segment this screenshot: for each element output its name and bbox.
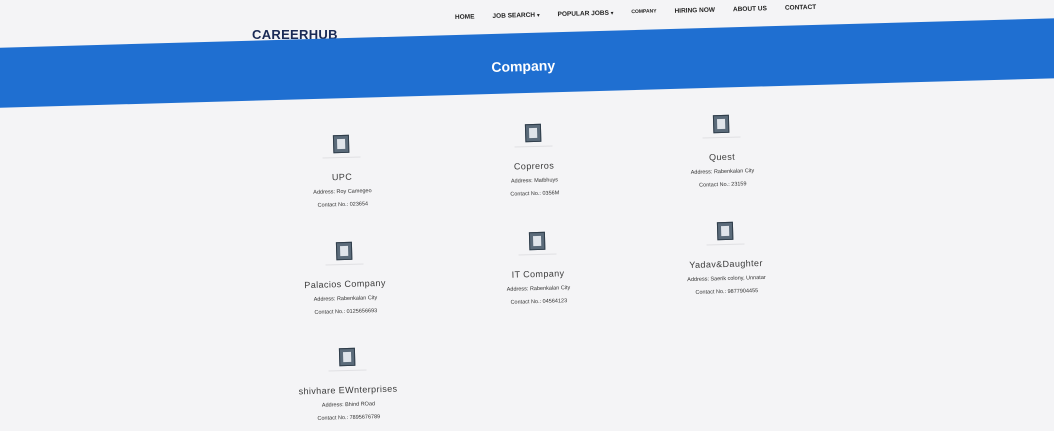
company-name[interactable]: Yadav&Daughter — [636, 256, 816, 271]
company-name[interactable]: Copreros — [444, 158, 624, 173]
company-name[interactable]: IT Company — [448, 266, 628, 281]
company-contact: Contact No.: 04564123 — [510, 298, 568, 306]
company-name[interactable]: shivhare EWnterprises — [258, 382, 438, 397]
logo-divider — [328, 369, 367, 372]
company-card[interactable]: shivhare EWnterprises Address: Bhind ROa… — [257, 346, 439, 431]
company-card[interactable]: Quest Address: Rabenkalan City Contact N… — [631, 113, 813, 198]
company-name[interactable]: Quest — [632, 149, 812, 164]
company-address: Address: Rabenkalan City — [690, 168, 755, 176]
company-card[interactable]: UPC Address: Roy Camegeo Contact No.: 02… — [251, 133, 433, 218]
company-contact: Contact No.: 23159 — [699, 181, 747, 189]
company-address: Address: Rabenkalan City — [506, 285, 571, 293]
logo-divider — [514, 145, 553, 148]
logo-divider — [518, 253, 557, 256]
company-contact: Contact No.: 023654 — [317, 201, 369, 209]
company-address: Address: Rabenkalan City — [313, 295, 378, 303]
logo-divider — [322, 156, 361, 159]
company-logo-icon — [716, 221, 734, 241]
company-card[interactable]: Palacios Company Address: Rabenkalan Cit… — [254, 240, 436, 325]
company-card[interactable]: Yadav&Daughter Address: Saerik colony, U… — [635, 220, 817, 305]
company-contact: Contact No.: 0125656693 — [314, 308, 378, 316]
company-logo-icon — [524, 123, 542, 143]
company-address: Address: Matbhuys — [510, 177, 559, 185]
company-contact: Contact No.: 0356M — [510, 190, 560, 198]
company-logo-icon — [332, 134, 350, 154]
company-address: Address: Bhind ROad — [321, 401, 376, 409]
company-address: Address: Roy Camegeo — [313, 188, 372, 196]
company-logo-icon — [712, 114, 730, 134]
logo-divider — [325, 263, 364, 266]
company-address: Address: Saerik colony, Unnatar — [687, 274, 766, 284]
company-card[interactable]: Copreros Address: Matbhuys Contact No.: … — [443, 122, 625, 207]
company-name[interactable]: UPC — [252, 169, 432, 184]
company-grid: UPC Address: Roy Camegeo Contact No.: 02… — [0, 0, 1054, 429]
logo-divider — [706, 243, 745, 246]
company-card[interactable]: IT Company Address: Rabenkalan City Cont… — [447, 230, 629, 315]
logo-divider — [702, 136, 741, 139]
company-name[interactable]: Palacios Company — [255, 276, 435, 291]
company-logo-icon — [528, 231, 546, 251]
company-contact: Contact No.: 7895676789 — [317, 414, 381, 422]
company-logo-icon — [335, 241, 353, 261]
company-logo-icon — [338, 347, 356, 367]
company-contact: Contact No.: 9877904455 — [695, 288, 759, 296]
